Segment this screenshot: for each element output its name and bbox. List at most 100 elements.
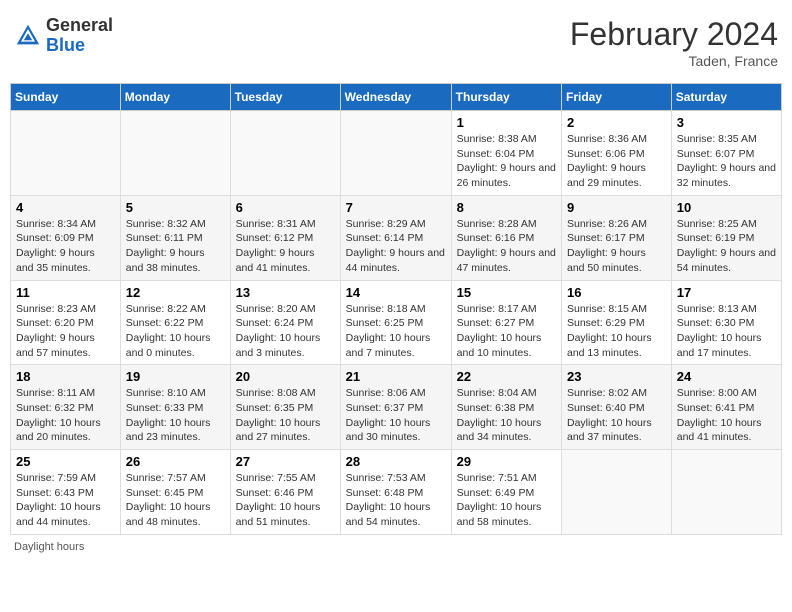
logo-blue-text: Blue	[46, 36, 113, 56]
calendar-cell: 12 Sunrise: 8:22 AM Sunset: 6:22 PM Dayli…	[120, 280, 230, 365]
day-number: 8	[457, 200, 556, 215]
day-of-week-header: Monday	[120, 84, 230, 111]
day-of-week-header: Thursday	[451, 84, 561, 111]
logo-text: General Blue	[46, 16, 113, 56]
calendar-cell: 22 Sunrise: 8:04 AM Sunset: 6:38 PM Dayli…	[451, 365, 561, 450]
day-number: 12	[126, 285, 225, 300]
calendar-cell	[11, 111, 121, 196]
day-number: 23	[567, 369, 666, 384]
day-number: 18	[16, 369, 115, 384]
day-number: 3	[677, 115, 776, 130]
calendar-cell: 23 Sunrise: 8:02 AM Sunset: 6:40 PM Dayli…	[562, 365, 672, 450]
calendar-cell: 11Sunrise: 8:23 AM Sunset: 6:20 PM Dayli…	[11, 280, 121, 365]
calendar-week-row: 11Sunrise: 8:23 AM Sunset: 6:20 PM Dayli…	[11, 280, 782, 365]
month-year: February 2024	[570, 16, 778, 53]
day-number: 24	[677, 369, 776, 384]
day-of-week-header: Friday	[562, 84, 672, 111]
calendar-week-row: 4 Sunrise: 8:34 AM Sunset: 6:09 PM Daylig…	[11, 195, 782, 280]
day-number: 21	[346, 369, 446, 384]
calendar-cell: 5 Sunrise: 8:32 AM Sunset: 6:11 PM Daylig…	[120, 195, 230, 280]
day-number: 16	[567, 285, 666, 300]
day-number: 6	[236, 200, 335, 215]
calendar-cell	[120, 111, 230, 196]
day-of-week-header: Tuesday	[230, 84, 340, 111]
day-of-week-header: Sunday	[11, 84, 121, 111]
day-number: 25	[16, 454, 115, 469]
calendar-cell: 27Sunrise: 7:55 AM Sunset: 6:46 PM Dayli…	[230, 450, 340, 535]
day-info: Sunrise: 7:51 AM Sunset: 6:49 PM Dayligh…	[457, 471, 556, 530]
day-info: Sunrise: 8:13 AM Sunset: 6:30 PM Dayligh…	[677, 302, 776, 361]
day-number: 26	[126, 454, 225, 469]
day-number: 2	[567, 115, 666, 130]
calendar-cell	[671, 450, 781, 535]
calendar-cell: 18 Sunrise: 8:11 AM Sunset: 6:32 PM Dayli…	[11, 365, 121, 450]
calendar-cell: 21Sunrise: 8:06 AM Sunset: 6:37 PM Dayli…	[340, 365, 451, 450]
day-info: Sunrise: 8:34 AM Sunset: 6:09 PM Dayligh…	[16, 217, 115, 276]
calendar-cell: 13 Sunrise: 8:20 AM Sunset: 6:24 PM Dayli…	[230, 280, 340, 365]
day-info: Sunrise: 8:11 AM Sunset: 6:32 PM Dayligh…	[16, 386, 115, 445]
title-area: February 2024 Taden, France	[570, 16, 778, 69]
calendar-cell: 1 Sunrise: 8:38 AM Sunset: 6:04 PM Daylig…	[451, 111, 561, 196]
calendar-week-row: 1 Sunrise: 8:38 AM Sunset: 6:04 PM Daylig…	[11, 111, 782, 196]
header: General Blue February 2024 Taden, France	[10, 10, 782, 75]
calendar-cell: 26 Sunrise: 7:57 AM Sunset: 6:45 PM Dayli…	[120, 450, 230, 535]
calendar-cell: 4 Sunrise: 8:34 AM Sunset: 6:09 PM Daylig…	[11, 195, 121, 280]
day-info: Sunrise: 8:35 AM Sunset: 6:07 PM Dayligh…	[677, 132, 776, 191]
day-number: 5	[126, 200, 225, 215]
day-info: Sunrise: 8:26 AM Sunset: 6:17 PM Dayligh…	[567, 217, 666, 276]
calendar-header-row: SundayMondayTuesdayWednesdayThursdayFrid…	[11, 84, 782, 111]
calendar-cell: 10Sunrise: 8:25 AM Sunset: 6:19 PM Dayli…	[671, 195, 781, 280]
calendar-cell	[562, 450, 672, 535]
day-info: Sunrise: 8:02 AM Sunset: 6:40 PM Dayligh…	[567, 386, 666, 445]
day-number: 29	[457, 454, 556, 469]
day-info: Sunrise: 8:29 AM Sunset: 6:14 PM Dayligh…	[346, 217, 446, 276]
day-info: Sunrise: 7:57 AM Sunset: 6:45 PM Dayligh…	[126, 471, 225, 530]
day-info: Sunrise: 8:28 AM Sunset: 6:16 PM Dayligh…	[457, 217, 556, 276]
day-number: 17	[677, 285, 776, 300]
logo-general-text: General	[46, 16, 113, 36]
calendar-cell: 6 Sunrise: 8:31 AM Sunset: 6:12 PM Daylig…	[230, 195, 340, 280]
day-number: 10	[677, 200, 776, 215]
day-number: 19	[126, 369, 225, 384]
calendar-cell: 28Sunrise: 7:53 AM Sunset: 6:48 PM Dayli…	[340, 450, 451, 535]
day-info: Sunrise: 8:08 AM Sunset: 6:35 PM Dayligh…	[236, 386, 335, 445]
calendar-cell: 14Sunrise: 8:18 AM Sunset: 6:25 PM Dayli…	[340, 280, 451, 365]
day-info: Sunrise: 8:36 AM Sunset: 6:06 PM Dayligh…	[567, 132, 666, 191]
day-number: 4	[16, 200, 115, 215]
day-number: 14	[346, 285, 446, 300]
day-number: 11	[16, 285, 115, 300]
day-number: 7	[346, 200, 446, 215]
calendar-week-row: 25 Sunrise: 7:59 AM Sunset: 6:43 PM Dayli…	[11, 450, 782, 535]
calendar-cell: 25 Sunrise: 7:59 AM Sunset: 6:43 PM Dayli…	[11, 450, 121, 535]
calendar-cell: 17 Sunrise: 8:13 AM Sunset: 6:30 PM Dayli…	[671, 280, 781, 365]
day-number: 15	[457, 285, 556, 300]
day-info: Sunrise: 8:38 AM Sunset: 6:04 PM Dayligh…	[457, 132, 556, 191]
day-number: 13	[236, 285, 335, 300]
day-info: Sunrise: 8:04 AM Sunset: 6:38 PM Dayligh…	[457, 386, 556, 445]
day-info: Sunrise: 8:15 AM Sunset: 6:29 PM Dayligh…	[567, 302, 666, 361]
calendar-table: SundayMondayTuesdayWednesdayThursdayFrid…	[10, 83, 782, 535]
calendar-week-row: 18 Sunrise: 8:11 AM Sunset: 6:32 PM Dayli…	[11, 365, 782, 450]
day-number: 22	[457, 369, 556, 384]
day-number: 20	[236, 369, 335, 384]
logo: General Blue	[14, 16, 113, 56]
calendar-cell: 2 Sunrise: 8:36 AM Sunset: 6:06 PM Daylig…	[562, 111, 672, 196]
day-info: Sunrise: 8:32 AM Sunset: 6:11 PM Dayligh…	[126, 217, 225, 276]
day-info: Sunrise: 8:20 AM Sunset: 6:24 PM Dayligh…	[236, 302, 335, 361]
day-info: Sunrise: 8:22 AM Sunset: 6:22 PM Dayligh…	[126, 302, 225, 361]
logo-icon	[14, 22, 42, 50]
calendar-cell: 15 Sunrise: 8:17 AM Sunset: 6:27 PM Dayli…	[451, 280, 561, 365]
location: Taden, France	[570, 53, 778, 69]
day-number: 9	[567, 200, 666, 215]
calendar-cell: 9 Sunrise: 8:26 AM Sunset: 6:17 PM Daylig…	[562, 195, 672, 280]
footer-note: Daylight hours	[10, 541, 782, 553]
day-number: 27	[236, 454, 335, 469]
day-number: 1	[457, 115, 556, 130]
calendar-cell: 16 Sunrise: 8:15 AM Sunset: 6:29 PM Dayli…	[562, 280, 672, 365]
calendar-cell: 8 Sunrise: 8:28 AM Sunset: 6:16 PM Daylig…	[451, 195, 561, 280]
day-number: 28	[346, 454, 446, 469]
day-info: Sunrise: 8:17 AM Sunset: 6:27 PM Dayligh…	[457, 302, 556, 361]
day-info: Sunrise: 7:59 AM Sunset: 6:43 PM Dayligh…	[16, 471, 115, 530]
calendar-cell: 7 Sunrise: 8:29 AM Sunset: 6:14 PM Daylig…	[340, 195, 451, 280]
day-info: Sunrise: 8:31 AM Sunset: 6:12 PM Dayligh…	[236, 217, 335, 276]
